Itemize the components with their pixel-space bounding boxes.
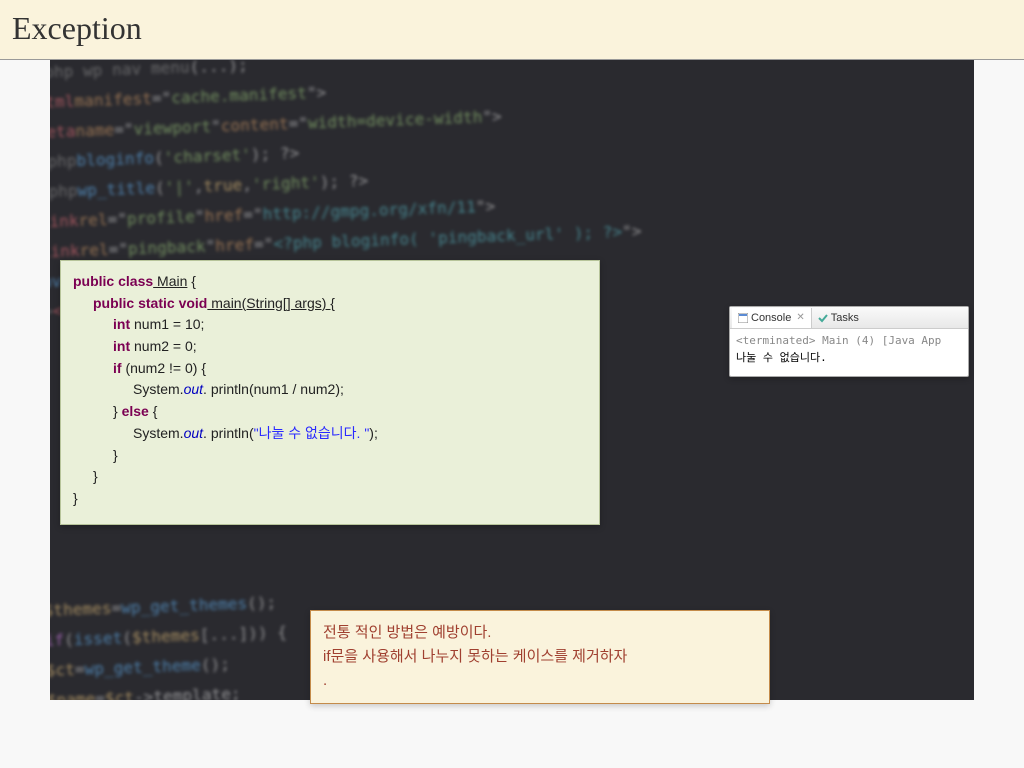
code-text: { bbox=[187, 273, 196, 289]
console-tabbar: Console ✕ Tasks bbox=[730, 307, 968, 329]
page-title: Exception bbox=[12, 10, 1012, 47]
tab-label: Console bbox=[751, 312, 791, 324]
code-text: num1 = 10; bbox=[130, 316, 204, 332]
console-icon bbox=[738, 313, 748, 323]
code-kw: else bbox=[122, 403, 149, 419]
tab-console[interactable]: Console ✕ bbox=[732, 308, 812, 328]
console-body: <terminated> Main (4) [Java App 나눌 수 없습니… bbox=[730, 329, 968, 376]
code-kw: int bbox=[113, 316, 130, 332]
code-field: out bbox=[184, 425, 203, 441]
code-string: "나눌 수 없습니다. " bbox=[254, 425, 370, 441]
code-text: } bbox=[113, 403, 122, 419]
tab-label: Tasks bbox=[831, 312, 859, 324]
tab-tasks[interactable]: Tasks bbox=[812, 308, 865, 328]
code-field: out bbox=[184, 381, 203, 397]
header: Exception bbox=[0, 0, 1024, 60]
code-text: . println(num1 / num2); bbox=[203, 381, 344, 397]
code-text: (num2 != 0) { bbox=[122, 360, 206, 376]
code-text: ); bbox=[369, 425, 378, 441]
code-text: System. bbox=[133, 425, 184, 441]
code-kw: if bbox=[113, 360, 122, 376]
note-box: 전통 적인 방법은 예방이다. if문을 사용해서 나누지 못하는 케이스를 제… bbox=[310, 610, 770, 704]
code-kw: int bbox=[113, 338, 130, 354]
code-kw: public class bbox=[73, 273, 153, 289]
note-line: . bbox=[323, 669, 757, 693]
note-line: 전통 적인 방법은 예방이다. bbox=[323, 621, 757, 645]
console-status: <terminated> Main (4) [Java App bbox=[736, 333, 962, 348]
code-text: { bbox=[149, 403, 158, 419]
code-kw: public static void bbox=[93, 295, 207, 311]
close-icon[interactable]: ✕ bbox=[796, 312, 804, 323]
code-text: } bbox=[73, 466, 587, 488]
code-text: . println( bbox=[203, 425, 254, 441]
note-line: if문을 사용해서 나누지 못하는 케이스를 제거하자 bbox=[323, 645, 757, 669]
code-sig: main(String[] args) { bbox=[207, 295, 335, 311]
code-text: } bbox=[73, 445, 587, 467]
code-text: num2 = 0; bbox=[130, 338, 197, 354]
tasks-icon bbox=[818, 313, 828, 323]
console-output: 나눌 수 없습니다. bbox=[736, 348, 962, 365]
code-text: } bbox=[73, 488, 587, 510]
eclipse-console: Console ✕ Tasks <terminated> Main (4) [J… bbox=[729, 306, 969, 377]
code-classname: Main bbox=[153, 273, 187, 289]
java-code-box: public class Main { public static void m… bbox=[60, 260, 600, 525]
code-text: System. bbox=[133, 381, 184, 397]
